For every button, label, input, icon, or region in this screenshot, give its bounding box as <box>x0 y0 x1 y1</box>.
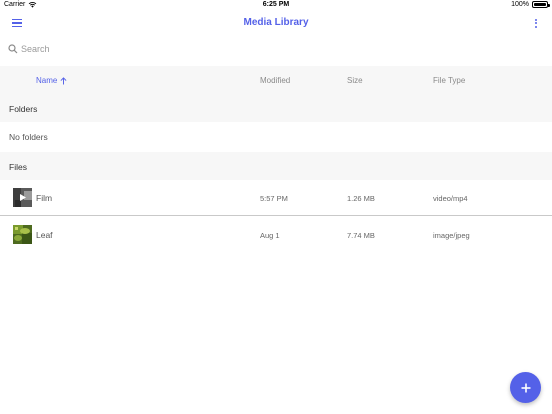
column-header: Name Modified Size File Type <box>0 66 552 94</box>
video-thumbnail <box>13 188 32 207</box>
file-type: video/mp4 <box>433 194 468 203</box>
search-bar <box>0 38 552 60</box>
file-size: 7.74 MB <box>347 231 375 240</box>
file-row-leaf[interactable]: Leaf Aug 1 7.74 MB image/jpeg <box>0 217 552 253</box>
search-icon <box>8 44 18 54</box>
column-name-sort[interactable]: Name <box>36 76 67 85</box>
column-modified[interactable]: Modified <box>260 76 290 85</box>
file-modified: Aug 1 <box>260 231 280 240</box>
plus-icon <box>521 383 530 392</box>
folders-section-header: Folders <box>0 94 552 122</box>
status-time: 6:25 PM <box>262 1 290 8</box>
add-button[interactable] <box>510 372 541 403</box>
file-name: Film <box>36 193 53 203</box>
battery-percent: 100% <box>511 1 529 8</box>
search-input[interactable] <box>21 44 321 54</box>
status-right: 100% <box>511 1 550 8</box>
file-row-film[interactable]: Film 5:57 PM 1.26 MB video/mp4 <box>0 180 552 216</box>
arrow-up-icon <box>60 76 67 84</box>
image-thumbnail <box>13 225 32 244</box>
column-size[interactable]: Size <box>347 76 363 85</box>
page-title: Media Library <box>243 17 309 28</box>
battery-icon <box>532 1 550 8</box>
status-bar: Carrier 6:25 PM 100% <box>0 0 552 11</box>
file-name: Leaf <box>36 230 53 240</box>
app-bar: Media Library <box>0 11 552 35</box>
more-vertical-icon[interactable] <box>530 14 542 32</box>
column-file-type[interactable]: File Type <box>433 76 465 85</box>
files-section-header: Files <box>0 152 552 180</box>
file-modified: 5:57 PM <box>260 194 288 203</box>
file-type: image/jpeg <box>433 231 470 240</box>
file-size: 1.26 MB <box>347 194 375 203</box>
column-name-label: Name <box>36 76 58 85</box>
folders-empty-text: No folders <box>9 132 48 142</box>
